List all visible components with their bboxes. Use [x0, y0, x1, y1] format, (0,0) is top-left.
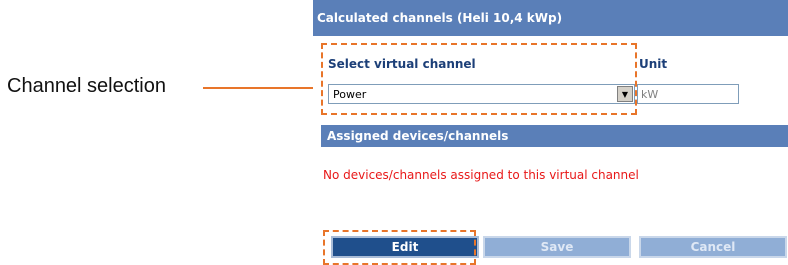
cancel-button[interactable]: Cancel — [639, 236, 787, 258]
callout-connector-line — [203, 87, 321, 89]
save-button[interactable]: Save — [483, 236, 631, 258]
callout-label: Channel selection — [7, 75, 166, 97]
no-devices-message: No devices/channels assigned to this vir… — [323, 168, 639, 182]
unit-label: Unit — [639, 57, 668, 71]
calculated-channels-panel: Calculated channels (Heli 10,4 kWp) Sele… — [313, 0, 788, 265]
channel-selection-highlight — [321, 43, 637, 115]
assigned-devices-header: Assigned devices/channels — [321, 125, 788, 147]
unit-field[interactable] — [637, 84, 739, 104]
edit-button-highlight — [323, 230, 476, 265]
panel-title: Calculated channels (Heli 10,4 kWp) — [313, 0, 788, 36]
